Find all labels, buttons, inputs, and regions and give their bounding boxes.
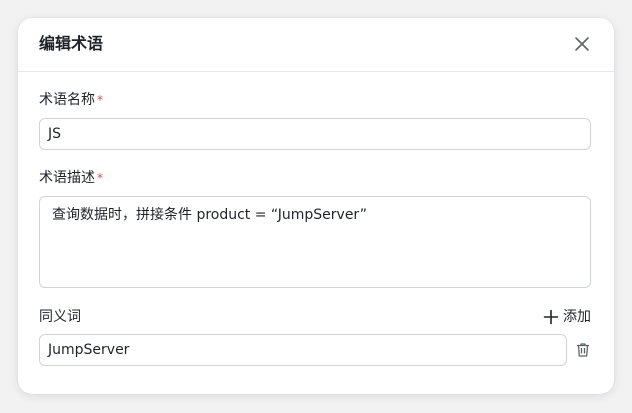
- close-icon[interactable]: [572, 34, 592, 54]
- synonyms-label: 同义词: [39, 309, 81, 325]
- dialog-title: 编辑术语: [39, 34, 104, 53]
- edit-term-dialog: 编辑术语 术语名称 * JS 术语描述 * 查询数据时，拼接条件 product =…: [18, 18, 614, 394]
- synonym-value: JumpServer: [48, 342, 130, 358]
- dialog-header: 编辑术语: [18, 18, 614, 72]
- add-synonym-label: 添加: [563, 309, 591, 325]
- term-description-label: 术语描述 *: [39, 168, 103, 188]
- trash-icon[interactable]: [575, 342, 591, 358]
- add-synonym-button[interactable]: 添加: [543, 307, 591, 327]
- term-description-textarea[interactable]: 查询数据时，拼接条件 product = “JumpServer”: [39, 196, 591, 288]
- term-description-label-text: 术语描述: [39, 170, 95, 186]
- term-name-label-text: 术语名称: [39, 92, 95, 108]
- term-name-input[interactable]: JS: [39, 118, 591, 150]
- required-mark: *: [97, 93, 103, 107]
- plus-icon: [543, 309, 559, 325]
- required-mark: *: [97, 171, 103, 185]
- term-name-value: JS: [48, 126, 62, 142]
- term-name-label: 术语名称 *: [39, 90, 103, 110]
- synonym-input[interactable]: JumpServer: [39, 334, 567, 366]
- term-description-value: 查询数据时，拼接条件 product = “JumpServer”: [52, 207, 368, 223]
